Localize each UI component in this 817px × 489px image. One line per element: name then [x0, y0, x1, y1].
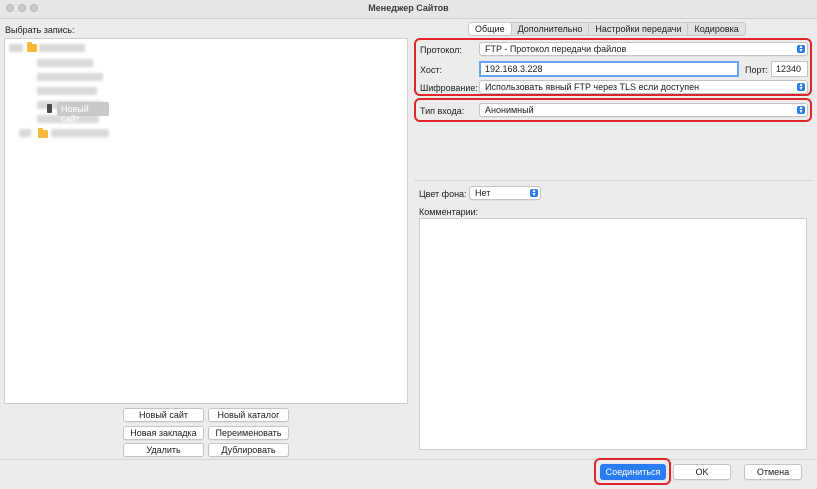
site-manager-window: Менеджер Сайтов Выбрать запись: Новый са… [0, 0, 817, 489]
ok-button[interactable]: OK [673, 464, 731, 480]
encryption-value: Использовать явный FTP через TLS если до… [485, 82, 700, 92]
bg-color-value: Нет [475, 188, 491, 198]
port-label: Порт: [745, 65, 768, 75]
tab-general[interactable]: Общие [469, 23, 512, 35]
tree-item-blurred[interactable] [39, 44, 85, 52]
new-site-button[interactable]: Новый сайт [123, 408, 204, 422]
tree-expander-blurred [19, 129, 31, 137]
tree-item-blurred[interactable] [37, 59, 93, 67]
connect-button[interactable]: Соединиться [600, 464, 666, 480]
tree-expander-blurred [9, 44, 23, 52]
encryption-select[interactable]: Использовать явный FTP через TLS если до… [479, 80, 808, 94]
select-entry-label: Выбрать запись: [5, 25, 75, 35]
comments-label: Комментарии: [419, 207, 479, 217]
cancel-button[interactable]: Отмена [744, 464, 802, 480]
divider [414, 180, 812, 181]
port-input[interactable]: 12340 [771, 61, 808, 77]
logon-type-label: Тип входа: [420, 106, 465, 116]
protocol-value: FTP - Протокол передачи файлов [485, 44, 627, 54]
protocol-label: Протокол: [420, 45, 462, 55]
chevron-updown-icon: ▴ ▾ [797, 105, 805, 115]
tab-advanced[interactable]: Дополнительно [512, 23, 590, 35]
tab-transfer-settings[interactable]: Настройки передачи [589, 23, 689, 35]
chevron-updown-icon: ▴ ▾ [797, 82, 805, 92]
new-bookmark-button[interactable]: Новая закладка [123, 426, 204, 440]
encryption-label: Шифрование: [420, 83, 478, 93]
rename-button[interactable]: Переименовать [208, 426, 289, 440]
delete-button[interactable]: Удалить [123, 443, 204, 457]
footer-divider [0, 459, 817, 460]
selected-site-label: Новый сайт [61, 104, 89, 124]
bg-color-select[interactable]: Нет ▴ ▾ [469, 186, 541, 200]
chevron-updown-icon: ▴ ▾ [797, 44, 805, 54]
tab-bar: Общие Дополнительно Настройки передачи К… [468, 22, 746, 36]
host-input[interactable]: 192.168.3.228 [479, 61, 739, 77]
tree-item-blurred[interactable] [37, 87, 97, 95]
folder-icon [27, 42, 37, 52]
title-bar: Менеджер Сайтов [0, 0, 817, 19]
logon-type-value: Анонимный [485, 105, 534, 115]
tree-item-blurred[interactable] [37, 73, 103, 81]
tab-charset[interactable]: Кодировка [688, 23, 744, 35]
comments-textarea[interactable] [419, 218, 807, 450]
window-title: Менеджер Сайтов [368, 3, 449, 13]
bg-color-label: Цвет фона: [419, 189, 467, 199]
logon-type-select[interactable]: Анонимный ▴ ▾ [479, 103, 808, 117]
duplicate-button[interactable]: Дублировать [208, 443, 289, 457]
host-label: Хост: [420, 65, 443, 75]
tree-item-selected-site[interactable]: Новый сайт [57, 102, 109, 124]
chevron-updown-icon: ▴ ▾ [530, 188, 538, 198]
folder-icon [38, 128, 48, 138]
new-folder-button[interactable]: Новый каталог [208, 408, 289, 422]
tree-item-blurred[interactable] [51, 129, 109, 137]
site-icon [47, 104, 52, 113]
site-tree[interactable] [4, 38, 408, 404]
protocol-select[interactable]: FTP - Протокол передачи файлов ▴ ▾ [479, 42, 808, 56]
